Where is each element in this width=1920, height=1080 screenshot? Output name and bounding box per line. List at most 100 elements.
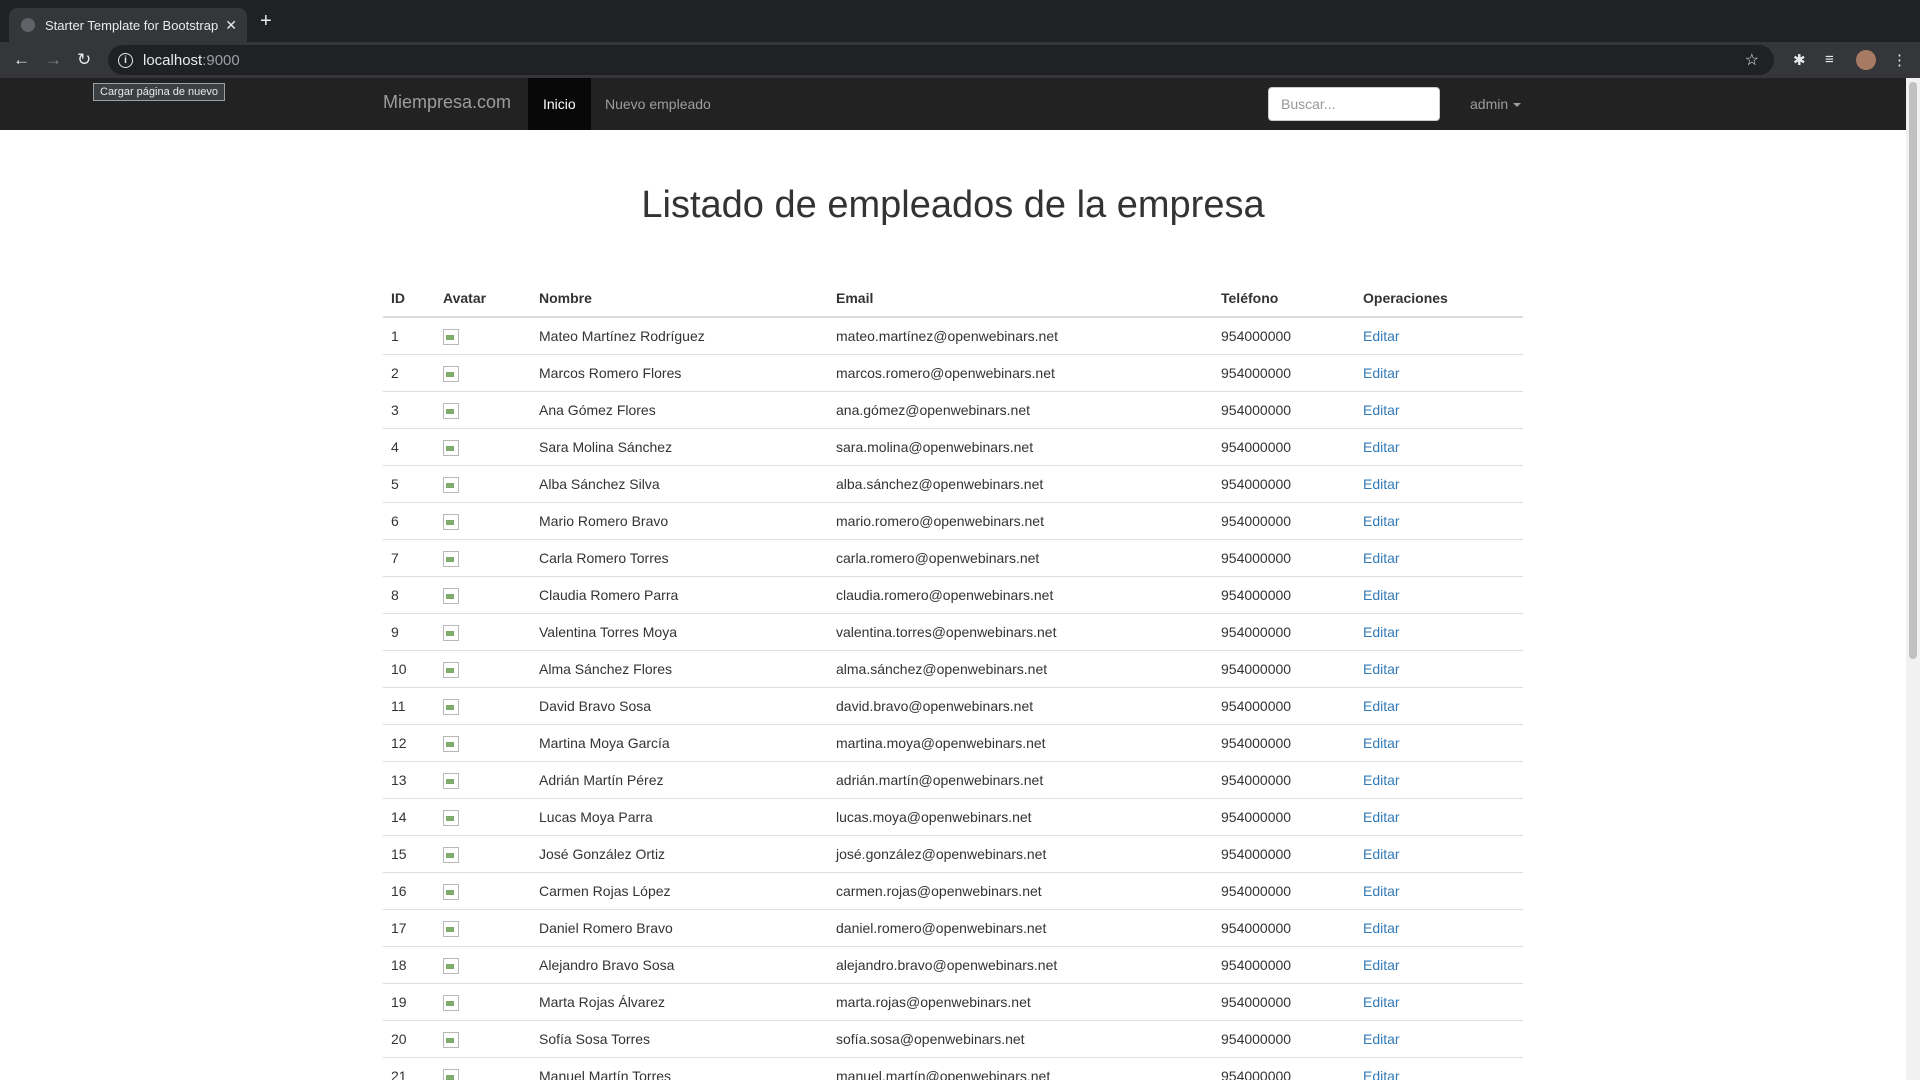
address-bar[interactable]: i localhost:9000 ☆ xyxy=(108,45,1774,75)
cell-operaciones: Editar xyxy=(1355,650,1523,688)
table-row: 1 Mateo Martínez Rodríguez mateo.martínez@… xyxy=(383,316,1523,355)
table-row: 12 Martina Moya García martina.moya@openwe… xyxy=(383,724,1523,762)
table-header-row: ID Avatar Nombre Email Teléfono Operacio… xyxy=(383,280,1523,318)
edit-link[interactable]: Editar xyxy=(1363,328,1400,344)
cell-id: 16 xyxy=(383,872,435,910)
edit-link[interactable]: Editar xyxy=(1363,624,1400,640)
cell-email: valentina.torres@openwebinars.net xyxy=(828,613,1213,651)
cell-operaciones: Editar xyxy=(1355,428,1523,466)
search-input[interactable] xyxy=(1268,87,1440,121)
cell-avatar xyxy=(435,687,531,725)
edit-link[interactable]: Editar xyxy=(1363,920,1400,936)
column-header-operaciones: Operaciones xyxy=(1355,280,1523,318)
broken-image-icon xyxy=(443,476,459,493)
cell-avatar xyxy=(435,724,531,762)
cell-email: ana.gómez@openwebinars.net xyxy=(828,391,1213,429)
cell-id: 20 xyxy=(383,1020,435,1058)
close-icon[interactable]: ✕ xyxy=(225,17,237,34)
cell-nombre: Alejandro Bravo Sosa xyxy=(531,946,828,984)
cell-nombre: Sara Molina Sánchez xyxy=(531,428,828,466)
extensions-icon[interactable]: ✱ xyxy=(1793,51,1806,69)
cell-id: 14 xyxy=(383,798,435,836)
cell-id: 13 xyxy=(383,761,435,799)
edit-link[interactable]: Editar xyxy=(1363,957,1400,973)
cell-email: claudia.romero@openwebinars.net xyxy=(828,576,1213,614)
edit-link[interactable]: Editar xyxy=(1363,587,1400,603)
scrollbar-thumb[interactable] xyxy=(1909,82,1917,659)
broken-image-icon xyxy=(443,439,459,456)
cell-email: carmen.rojas@openwebinars.net xyxy=(828,872,1213,910)
cell-operaciones: Editar xyxy=(1355,724,1523,762)
cell-email: martina.moya@openwebinars.net xyxy=(828,724,1213,762)
cell-email: mateo.martínez@openwebinars.net xyxy=(828,316,1213,355)
edit-link[interactable]: Editar xyxy=(1363,439,1400,455)
edit-link[interactable]: Editar xyxy=(1363,809,1400,825)
cell-email: david.bravo@openwebinars.net xyxy=(828,687,1213,725)
edit-link[interactable]: Editar xyxy=(1363,661,1400,677)
cell-id: 11 xyxy=(383,687,435,725)
url-text: localhost:9000 xyxy=(143,51,240,69)
star-icon[interactable]: ☆ xyxy=(1745,50,1759,70)
cell-operaciones: Editar xyxy=(1355,909,1523,947)
page-scrollbar[interactable] xyxy=(1906,78,1920,1080)
cell-operaciones: Editar xyxy=(1355,835,1523,873)
cell-avatar xyxy=(435,909,531,947)
cell-avatar xyxy=(435,316,531,355)
cell-telefono: 954000000 xyxy=(1213,1057,1355,1080)
table-row: 16 Carmen Rojas López carmen.rojas@openweb… xyxy=(383,872,1523,910)
cell-nombre: Valentina Torres Moya xyxy=(531,613,828,651)
cell-nombre: Carmen Rojas López xyxy=(531,872,828,910)
edit-link[interactable]: Editar xyxy=(1363,772,1400,788)
browser-tab[interactable]: Starter Template for Bootstrap ✕ xyxy=(9,8,247,42)
edit-link[interactable]: Editar xyxy=(1363,735,1400,751)
edit-link[interactable]: Editar xyxy=(1363,883,1400,899)
edit-link[interactable]: Editar xyxy=(1363,1068,1400,1080)
cell-operaciones: Editar xyxy=(1355,872,1523,910)
cell-avatar xyxy=(435,576,531,614)
cell-telefono: 954000000 xyxy=(1213,465,1355,503)
forward-arrow-icon[interactable]: → xyxy=(45,50,62,70)
edit-link[interactable]: Editar xyxy=(1363,365,1400,381)
table-row: 17 Daniel Romero Bravo daniel.romero@openw… xyxy=(383,909,1523,947)
edit-link[interactable]: Editar xyxy=(1363,513,1400,529)
reload-icon[interactable]: ↻ xyxy=(77,50,91,70)
cell-avatar xyxy=(435,798,531,836)
media-icon[interactable]: ≡ xyxy=(1825,51,1834,68)
cell-id: 17 xyxy=(383,909,435,947)
column-header-id: ID xyxy=(383,280,435,318)
nav-link-nuevo-empleado[interactable]: Nuevo empleado xyxy=(590,78,726,130)
user-dropdown[interactable]: admin xyxy=(1470,78,1522,130)
cell-avatar xyxy=(435,872,531,910)
edit-link[interactable]: Editar xyxy=(1363,698,1400,714)
edit-link[interactable]: Editar xyxy=(1363,550,1400,566)
edit-link[interactable]: Editar xyxy=(1363,402,1400,418)
cell-operaciones: Editar xyxy=(1355,465,1523,503)
edit-link[interactable]: Editar xyxy=(1363,846,1400,862)
cell-nombre: Sofía Sosa Torres xyxy=(531,1020,828,1058)
back-arrow-icon[interactable]: ← xyxy=(13,50,30,70)
edit-link[interactable]: Editar xyxy=(1363,476,1400,492)
cell-nombre: Marcos Romero Flores xyxy=(531,354,828,392)
cell-nombre: José González Ortiz xyxy=(531,835,828,873)
info-icon[interactable]: i xyxy=(118,52,133,68)
table-body: 1 Mateo Martínez Rodríguez mateo.martínez@… xyxy=(383,316,1523,1080)
nav-link-inicio[interactable]: Inicio xyxy=(528,78,591,130)
broken-image-icon xyxy=(443,402,459,419)
cell-nombre: Carla Romero Torres xyxy=(531,539,828,577)
navbar-brand[interactable]: Miempresa.com xyxy=(383,92,511,113)
new-tab-button[interactable]: + xyxy=(260,10,272,33)
edit-link[interactable]: Editar xyxy=(1363,994,1400,1010)
profile-avatar[interactable] xyxy=(1856,50,1876,70)
employees-table: ID Avatar Nombre Email Teléfono Operacio… xyxy=(383,280,1523,1080)
cell-avatar xyxy=(435,835,531,873)
broken-image-icon xyxy=(443,846,459,863)
broken-image-icon xyxy=(443,1068,459,1080)
cell-operaciones: Editar xyxy=(1355,502,1523,540)
cell-telefono: 954000000 xyxy=(1213,835,1355,873)
cell-id: 12 xyxy=(383,724,435,762)
menu-icon[interactable]: ⋮ xyxy=(1892,51,1907,69)
table-row: 13 Adrián Martín Pérez adrián.martín@openw… xyxy=(383,761,1523,799)
table-row: 7 Carla Romero Torres carla.romero@openweb… xyxy=(383,539,1523,577)
edit-link[interactable]: Editar xyxy=(1363,1031,1400,1047)
cell-email: josé.gonzález@openwebinars.net xyxy=(828,835,1213,873)
